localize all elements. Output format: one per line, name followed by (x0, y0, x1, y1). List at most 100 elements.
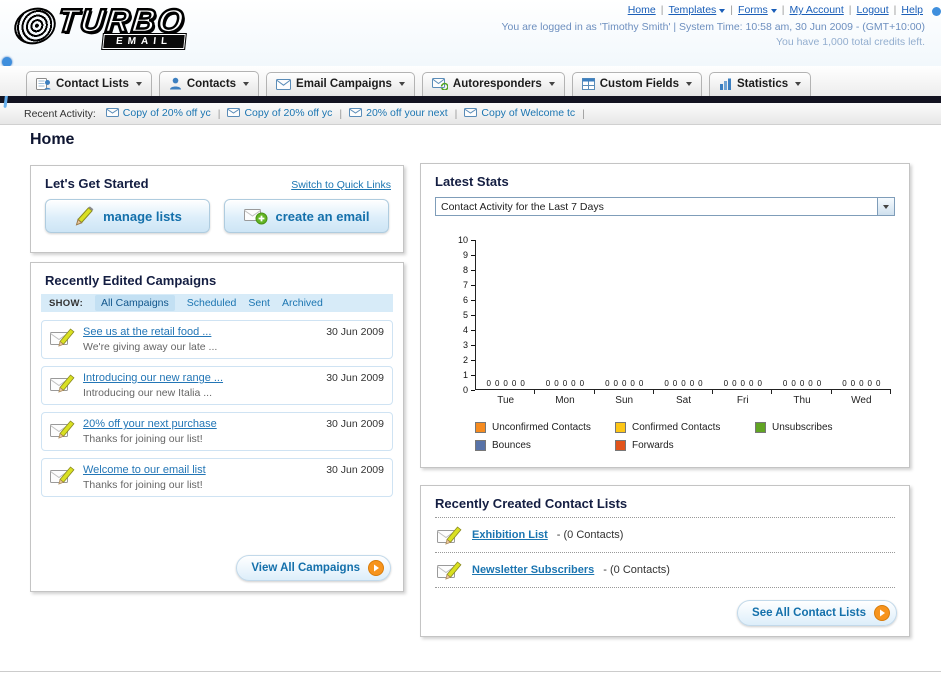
contact-list-link[interactable]: Newsletter Subscribers (472, 564, 594, 576)
chart-category-slot: 0 0 0 0 0 Wed (832, 240, 892, 406)
create-an-email-button[interactable]: create an email (224, 199, 389, 233)
legend-item-forwards: Forwards (614, 440, 755, 451)
statistics-icon (719, 78, 732, 90)
button-label: create an email (275, 208, 370, 224)
campaigns-title: Recently Edited Campaigns (45, 273, 217, 288)
top-link-help[interactable]: Help (901, 4, 923, 16)
activity-item-label: 20% off your next (366, 106, 448, 119)
logo-subtitle: EMAIL (101, 33, 188, 50)
value-labels: 00000 (832, 379, 891, 388)
filter-sent[interactable]: Sent (248, 297, 270, 309)
recent-activity-label: Recent Activity: (24, 107, 96, 120)
value-label: 0 (799, 379, 805, 388)
chevron-down-icon (685, 82, 692, 86)
tab-autoresponders[interactable]: Autoresponders (421, 72, 565, 96)
legend-item-confirmed-contacts: Confirmed Contacts (614, 422, 755, 433)
latest-stats-panel: Latest Stats Contact Activity for the La… (420, 163, 910, 468)
value-label: 0 (494, 379, 500, 388)
campaign-filters: All Campaigns Scheduled Sent Archived (95, 295, 335, 311)
stats-period-dropdown[interactable]: Contact Activity for the Last 7 Days (435, 197, 895, 216)
campaign-date: 30 Jun 2009 (326, 372, 384, 384)
see-all-contact-lists-button[interactable]: See All Contact Lists (737, 600, 897, 626)
x-tick-label: Sat (675, 395, 691, 406)
view-all-campaigns-button[interactable]: View All Campaigns (236, 555, 391, 581)
top-link-my-account[interactable]: My Account (790, 4, 844, 16)
top-link-logout[interactable]: Logout (857, 4, 889, 16)
value-label: 0 (613, 379, 618, 388)
dropdown-arrow-icon[interactable] (877, 198, 894, 215)
value-label: 0 (664, 379, 669, 388)
button-label: manage lists (103, 208, 182, 224)
tab-email-campaigns[interactable]: Email Campaigns (266, 72, 415, 96)
campaign-title-link[interactable]: Welcome to our email list (83, 464, 206, 476)
see-all-contact-lists-label: See All Contact Lists (752, 607, 866, 619)
chevron-down-icon (548, 82, 555, 86)
get-started-panel: Let's Get Started Switch to Quick Links … (30, 165, 404, 253)
pencil-envelope-icon (50, 418, 76, 440)
arrow-circle-icon (368, 560, 384, 576)
get-started-buttons: manage lists create an email (31, 197, 403, 243)
activity-item[interactable]: Copy of 20% off yc (105, 107, 211, 119)
campaign-title-link[interactable]: 20% off your next purchase (83, 418, 217, 430)
tab-contact-lists[interactable]: Contact Lists (26, 71, 152, 96)
contact-list-item: Newsletter Subscribers - (0 Contacts) (435, 553, 895, 588)
filter-all-campaigns[interactable]: All Campaigns (95, 295, 175, 311)
y-tick-label: 4 (462, 325, 468, 335)
activity-item[interactable]: Copy of 20% off yc (227, 107, 332, 119)
filter-archived[interactable]: Archived (282, 297, 323, 309)
divider: | (582, 108, 585, 121)
chart-category-slot: 0 0 0 0 0 Mon (535, 240, 595, 406)
pencil-envelope-icon (50, 326, 76, 348)
campaign-subtitle: Thanks for joining our list! (83, 433, 203, 445)
top-link-forms[interactable]: Forms (738, 4, 777, 16)
campaigns-filter-bar: SHOW: All Campaigns Scheduled Sent Archived (41, 294, 393, 312)
show-label: SHOW: (49, 297, 84, 309)
value-label: 0 (672, 379, 678, 388)
legend-label: Bounces (492, 440, 531, 451)
campaign-title-link[interactable]: See us at the retail food ... (83, 326, 217, 338)
top-link-templates[interactable]: Templates (668, 4, 726, 16)
top-link-label: Templates (668, 4, 717, 16)
chart-plot-area: 0 0 0 0 0 Tue 0 0 0 0 0 Mon 0 0 0 0 0 Sun 0 0 0 0 0 Sat 0 0 0 0 0 Fri… (475, 240, 892, 406)
value-label: 0 (621, 379, 627, 388)
top-link-home[interactable]: Home (628, 4, 656, 16)
legend-swatch (475, 440, 486, 451)
contact-list-link[interactable]: Exhibition List (472, 529, 548, 541)
custom-fields-icon (581, 78, 595, 90)
value-label: 0 (757, 379, 762, 388)
value-labels: 00000 (654, 379, 713, 388)
tab-statistics[interactable]: Statistics (708, 72, 812, 96)
value-label: 0 (520, 379, 525, 388)
recent-contact-lists-panel: Recently Created Contact Lists Exhibitio… (420, 485, 910, 637)
tab-custom-fields[interactable]: Custom Fields (571, 72, 702, 96)
x-tick-label: Sun (615, 395, 634, 406)
latest-stats-title: Latest Stats (435, 174, 509, 189)
pencil-envelope-icon (437, 559, 463, 581)
value-label: 0 (740, 379, 745, 388)
manage-lists-button[interactable]: manage lists (45, 199, 210, 233)
y-tick-label: 8 (462, 265, 468, 275)
switch-quick-links-link[interactable]: Switch to Quick Links (291, 179, 391, 191)
x-tick-label: Wed (851, 395, 872, 406)
chevron-down-icon (795, 82, 802, 86)
campaign-title-link[interactable]: Introducing our new range ... (83, 372, 223, 384)
activity-item[interactable]: 20% off your next (349, 107, 448, 119)
contact-list-detail: - (0 Contacts) (603, 564, 670, 576)
value-label: 0 (876, 379, 881, 388)
y-tick-label: 7 (462, 280, 468, 290)
divider: | (217, 108, 221, 121)
contact-activity-chart: 10 9 8 7 6 5 4 3 2 1 0 0 0 0 0 0 Tue 0 0 0 0 0 Mon 0 0 0 0 0 Sun 0 0 0… (451, 235, 892, 406)
envelope-icon (105, 108, 119, 118)
top-links: Home | Templates | Forms | My Account | Logout | H… (285, 4, 925, 16)
nav-divider-bar (0, 96, 941, 103)
tab-label: Contacts (186, 77, 237, 90)
credits-line: You have 1,000 total credits left. (775, 36, 925, 48)
campaign-row: Introducing our new range ... Introducing… (41, 366, 393, 405)
tab-contacts[interactable]: Contacts (158, 71, 260, 96)
campaign-date: 30 Jun 2009 (326, 326, 384, 338)
activity-item[interactable]: Copy of Welcome tc (464, 107, 575, 119)
recent-campaigns-panel: Recently Edited Campaigns SHOW: All Camp… (30, 262, 404, 592)
filter-scheduled[interactable]: Scheduled (187, 297, 237, 309)
y-tick-label: 5 (462, 310, 468, 320)
chart-category-slot: 0 0 0 0 0 Thu (772, 240, 832, 406)
